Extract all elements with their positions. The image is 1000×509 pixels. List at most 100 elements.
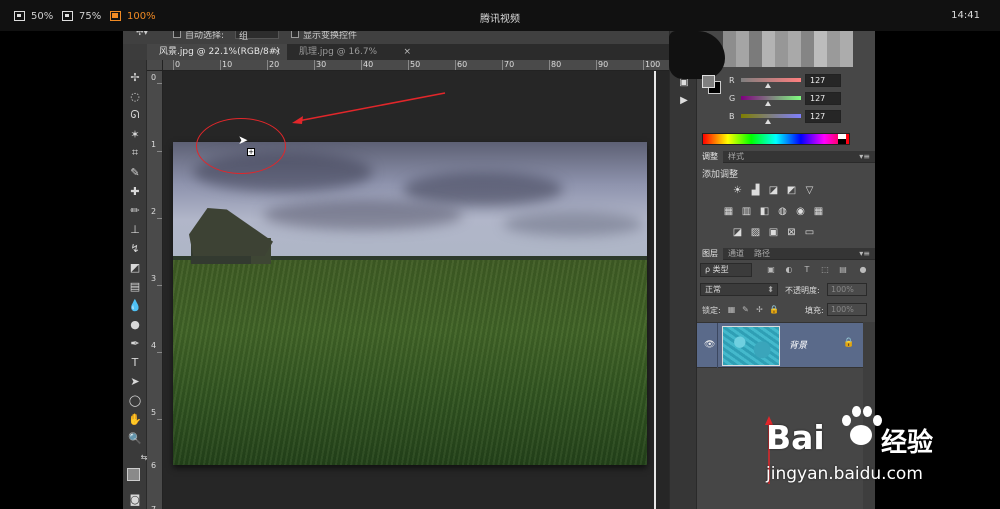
filter-adjustment-icon[interactable]: ◐ (784, 265, 794, 275)
slider-thumb-icon[interactable] (765, 119, 771, 124)
curves-icon[interactable]: ◪ (767, 185, 780, 196)
history-brush-tool-icon[interactable]: ↯ (128, 241, 142, 255)
tab-channels[interactable]: 通道 (723, 248, 749, 260)
auto-select-checkbox[interactable] (173, 31, 181, 38)
foreground-color-chip[interactable] (702, 75, 715, 88)
player-title: 腾讯视频 (480, 14, 520, 25)
blue-channel-bar[interactable] (741, 114, 801, 118)
ruler-label: 3 (151, 274, 157, 283)
actions-panel-icon[interactable]: ▶ (675, 93, 693, 109)
panel-dock-strip: ▣ ▶ (669, 31, 697, 509)
type-tool-icon[interactable]: T (128, 355, 142, 369)
gradient-map-icon[interactable]: ▭ (803, 227, 816, 238)
tab-adjustments[interactable]: 调整 (697, 151, 723, 163)
threshold-icon[interactable]: ▣ (767, 227, 780, 238)
filter-toggle-icon[interactable]: ● (858, 265, 868, 275)
filter-pixel-icon[interactable]: ▣ (766, 265, 776, 275)
color-spectrum-ramp[interactable] (702, 133, 850, 145)
ruler-label: 60 (457, 60, 468, 69)
color-balance-icon[interactable]: ◧ (758, 206, 771, 217)
slider-thumb-icon[interactable] (765, 83, 771, 88)
lock-pixels-icon[interactable]: ✎ (741, 305, 750, 314)
green-channel-slider[interactable]: G 127 (727, 92, 875, 108)
blue-channel-label: B (729, 112, 735, 121)
zoom-tool-icon[interactable]: 🔍 (128, 431, 142, 445)
marquee-tool-icon[interactable]: ◌ (128, 89, 142, 103)
red-channel-value[interactable]: 127 (805, 74, 841, 87)
ruler-label: 90 (598, 60, 609, 69)
black-white-swatch[interactable] (838, 134, 846, 144)
filter-type-icon[interactable]: T (802, 265, 812, 275)
move-tool-preset-icon[interactable]: ✢▾ (136, 31, 148, 38)
show-transform-checkbox[interactable] (291, 31, 299, 38)
layer-kind-dropdown[interactable]: ρ 类型 (700, 263, 752, 277)
close-icon[interactable]: × (403, 44, 411, 60)
panel-menu-icon[interactable]: ▾≡ (859, 151, 870, 163)
blur-tool-icon[interactable]: 💧 (128, 298, 142, 312)
tab-fengjing[interactable]: 风景.jpg @ 22.1%(RGB/8#) * × (147, 44, 287, 73)
dodge-tool-icon[interactable]: ● (128, 317, 142, 331)
eyedropper-tool-icon[interactable]: ✎ (128, 165, 142, 179)
brush-tool-icon[interactable]: ✏ (128, 203, 142, 217)
color-lookup-icon[interactable]: ▦ (812, 206, 825, 217)
pen-tool-icon[interactable]: ✒ (128, 336, 142, 350)
lock-position-icon[interactable]: ✢ (755, 305, 764, 314)
green-channel-bar[interactable] (741, 96, 801, 100)
slider-thumb-icon[interactable] (765, 101, 771, 106)
fill-input[interactable]: 100% (827, 303, 867, 316)
healing-brush-tool-icon[interactable]: ✚ (128, 184, 142, 198)
brightness-icon[interactable]: ☀ (731, 185, 744, 196)
magic-wand-tool-icon[interactable]: ✶ (128, 127, 142, 141)
red-channel-slider[interactable]: R 127 (727, 74, 875, 90)
move-tool-icon[interactable]: ✢ (128, 70, 142, 84)
lasso-tool-icon[interactable]: ᘏ (128, 108, 142, 122)
ruler-label: 40 (363, 60, 374, 69)
blue-channel-value[interactable]: 127 (805, 110, 841, 123)
blue-channel-slider[interactable]: B 127 (727, 110, 875, 126)
foreground-color-swatch[interactable] (127, 468, 140, 481)
crop-tool-icon[interactable]: ⌗ (128, 146, 142, 160)
filter-smart-object-icon[interactable]: ▤ (838, 265, 848, 275)
swap-colors-icon[interactable]: ⇆ (137, 450, 151, 464)
paw-toe (842, 415, 851, 426)
tab-jili[interactable]: 肌理.jpg @ 16.7%(RGB/8#) × (287, 44, 417, 73)
tab-styles[interactable]: 样式 (723, 151, 749, 163)
gradient-map-triangle-icon[interactable]: ▽ (803, 185, 816, 196)
gradient-tool-icon[interactable]: ▤ (128, 279, 142, 293)
eraser-tool-icon[interactable]: ◩ (128, 260, 142, 274)
selective-color-icon[interactable]: ⊠ (785, 227, 798, 238)
blend-mode-dropdown[interactable]: 正常 ⬍ (700, 283, 778, 296)
watermark-jingyan-text: 经验 (881, 428, 934, 458)
vibrance-icon[interactable]: ▦ (722, 206, 735, 217)
hand-tool-icon[interactable]: ✋ (128, 412, 142, 426)
canvas-area[interactable]: ➤ + (163, 71, 669, 509)
opacity-input[interactable]: 100% (827, 283, 867, 296)
posterize-icon[interactable]: ▨ (749, 227, 762, 238)
quick-mask-icon[interactable]: ◙ (128, 492, 142, 506)
player-top-bar: 50% 75% 100% 腾讯视频 14:41 (0, 0, 1000, 31)
filter-shape-icon[interactable]: ⬚ (820, 265, 830, 275)
exposure-icon[interactable]: ◩ (785, 185, 798, 196)
clone-stamp-tool-icon[interactable]: ⊥ (128, 222, 142, 236)
ruler-label: 30 (316, 60, 327, 69)
panel-menu-icon[interactable]: ▾≡ (859, 248, 870, 260)
layer-row-background[interactable]: 👁 背景 🔒 (697, 322, 863, 369)
green-channel-value[interactable]: 127 (805, 92, 841, 105)
tab-layers[interactable]: 图层 (697, 248, 723, 260)
ruler-label: 2 (151, 207, 157, 216)
lock-all-icon[interactable]: 🔒 (769, 305, 779, 314)
photo-filter-icon[interactable]: ◉ (794, 206, 807, 217)
hue-saturation-icon[interactable]: ▥ (740, 206, 753, 217)
lock-transparent-icon[interactable]: ▦ (727, 305, 736, 314)
path-selection-tool-icon[interactable]: ➤ (128, 374, 142, 388)
auto-select-dropdown[interactable]: 组 (235, 31, 279, 42)
ellipse-tool-icon[interactable]: ◯ (128, 393, 142, 407)
eye-visibility-icon[interactable]: 👁 (704, 340, 715, 350)
levels-icon[interactable]: ▟ (749, 185, 762, 196)
invert-icon[interactable]: ◪ (731, 227, 744, 238)
close-icon[interactable]: × (273, 44, 281, 60)
black-white-icon[interactable]: ◍ (776, 206, 789, 217)
layer-name[interactable]: 背景 (789, 338, 807, 351)
red-channel-bar[interactable] (741, 78, 801, 82)
tab-paths[interactable]: 路径 (749, 248, 775, 260)
